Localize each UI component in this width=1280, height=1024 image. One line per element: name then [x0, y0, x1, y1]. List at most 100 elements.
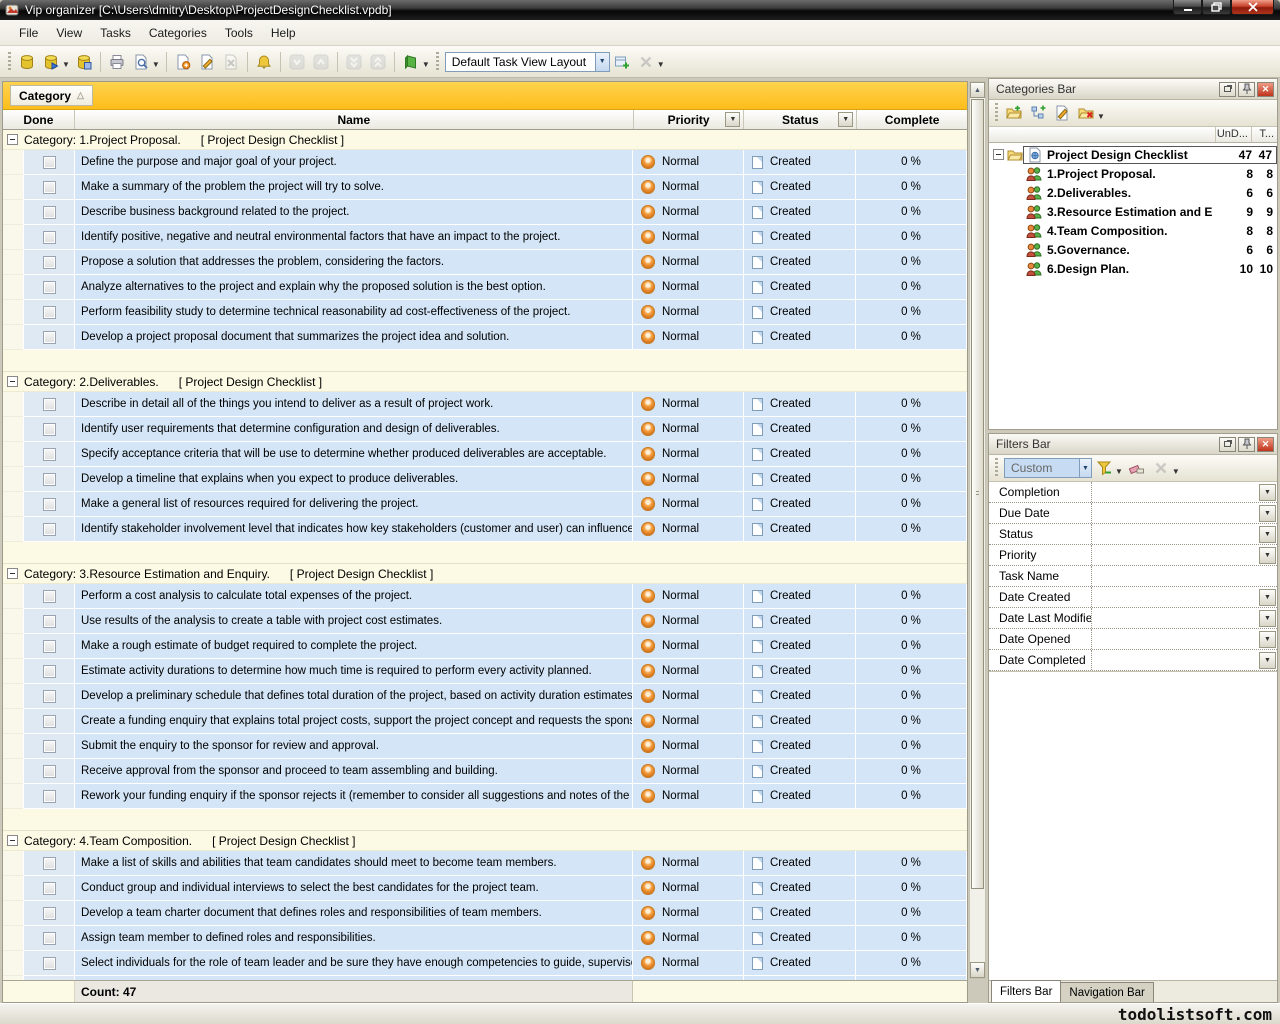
name-cell[interactable]: Make a list of skills and abilities that… — [75, 851, 633, 876]
name-cell[interactable]: Make a summary of the problem the projec… — [75, 175, 633, 200]
complete-cell[interactable]: 0 % — [856, 175, 966, 200]
tree-category-row[interactable]: 6.Design Plan.1010 — [989, 259, 1277, 278]
complete-cell[interactable]: 0 % — [856, 926, 966, 951]
complete-cell[interactable]: 0 % — [856, 584, 966, 609]
complete-cell[interactable]: 0 % — [856, 300, 966, 325]
delete-category-icon[interactable] — [1075, 102, 1097, 124]
done-cell[interactable] — [23, 734, 75, 759]
group-header-row[interactable]: Category: 2.Deliverables.[ Project Desig… — [3, 372, 967, 392]
task-row[interactable]: Make a summary of the problem the projec… — [3, 175, 967, 200]
task-row[interactable]: Identify user requirements that determin… — [3, 417, 967, 442]
task-row[interactable]: Develop a timeline that explains when yo… — [3, 467, 967, 492]
priority-cell[interactable]: Normal — [633, 634, 744, 659]
total-column-header[interactable]: T... — [1251, 127, 1277, 142]
menu-tasks[interactable]: Tasks — [91, 22, 140, 44]
complete-cell[interactable]: 0 % — [856, 951, 966, 976]
priority-cell[interactable]: Normal — [633, 175, 744, 200]
done-cell[interactable] — [23, 609, 75, 634]
task-row[interactable]: Identify stakeholder involvement level t… — [3, 517, 967, 542]
status-cell[interactable]: Created — [744, 784, 856, 809]
complete-cell[interactable]: 0 % — [856, 876, 966, 901]
task-checkbox[interactable] — [43, 423, 56, 436]
priority-cell[interactable]: Normal — [633, 200, 744, 225]
task-row[interactable]: Create a funding enquiry that explains t… — [3, 709, 967, 734]
task-row[interactable]: Describe in detail all of the things you… — [3, 392, 967, 417]
tab-filters-bar[interactable]: Filters Bar — [991, 980, 1061, 1002]
status-cell[interactable]: Created — [744, 926, 856, 951]
done-cell[interactable] — [23, 492, 75, 517]
task-checkbox[interactable] — [43, 857, 56, 870]
apply-filter-icon[interactable] — [1093, 457, 1115, 479]
done-cell[interactable] — [23, 851, 75, 876]
complete-cell[interactable]: 0 % — [856, 200, 966, 225]
priority-cell[interactable]: Normal — [633, 951, 744, 976]
task-checkbox[interactable] — [43, 590, 56, 603]
task-checkbox[interactable] — [43, 882, 56, 895]
close-button[interactable] — [1231, 0, 1274, 15]
collapse-group-icon[interactable] — [7, 134, 18, 145]
done-cell[interactable] — [23, 225, 75, 250]
name-cell[interactable]: Use results of the analysis to create a … — [75, 609, 633, 634]
collapse-group-icon[interactable] — [7, 376, 18, 387]
task-checkbox[interactable] — [43, 473, 56, 486]
menu-file[interactable]: File — [10, 22, 47, 44]
complete-cell[interactable]: 0 % — [856, 492, 966, 517]
filter-value-field[interactable] — [1091, 608, 1259, 628]
complete-cell[interactable]: 0 % — [856, 709, 966, 734]
complete-cell[interactable]: 0 % — [856, 442, 966, 467]
filter-row-date-last-modifie[interactable]: Date Last Modifie▼ — [989, 608, 1277, 629]
complete-cell[interactable]: 0 % — [856, 634, 966, 659]
edit-category-icon[interactable] — [1051, 102, 1073, 124]
status-cell[interactable]: Created — [744, 175, 856, 200]
filter-row-date-opened[interactable]: Date Opened▼ — [989, 629, 1277, 650]
column-header-done[interactable]: Done — [3, 110, 75, 129]
task-checkbox[interactable] — [43, 156, 56, 169]
complete-cell[interactable]: 0 % — [856, 392, 966, 417]
print-preview-menu-caret[interactable]: ▼ — [152, 60, 160, 69]
name-cell[interactable]: Propose a solution that addresses the pr… — [75, 250, 633, 275]
priority-cell[interactable]: Normal — [633, 250, 744, 275]
task-row[interactable]: Conduct group and individual interviews … — [3, 876, 967, 901]
priority-cell[interactable]: Normal — [633, 709, 744, 734]
status-cell[interactable]: Created — [744, 417, 856, 442]
task-checkbox[interactable] — [43, 306, 56, 319]
done-cell[interactable] — [23, 467, 75, 492]
task-checkbox[interactable] — [43, 790, 56, 803]
notes-icon[interactable] — [400, 51, 422, 73]
tree-category-row[interactable]: 5.Governance.66 — [989, 240, 1277, 259]
status-cell[interactable]: Created — [744, 609, 856, 634]
task-row[interactable]: Describe business background related to … — [3, 200, 967, 225]
task-row[interactable]: Rework your funding enquiry if the spons… — [3, 784, 967, 809]
done-cell[interactable] — [23, 517, 75, 542]
task-row[interactable]: Submit the enquiry to the sponsor for re… — [3, 734, 967, 759]
open-database-menu-caret[interactable]: ▼ — [62, 60, 70, 69]
scrollbar-thumb[interactable] — [971, 99, 984, 889]
status-cell[interactable]: Created — [744, 634, 856, 659]
categories-toolbar-grip[interactable] — [995, 103, 998, 123]
name-cell[interactable]: Develop a team charter document that def… — [75, 901, 633, 926]
task-row[interactable]: Develop a project proposal document that… — [3, 325, 967, 350]
priority-cell[interactable]: Normal — [633, 851, 744, 876]
menu-categories[interactable]: Categories — [140, 22, 216, 44]
scroll-down-arrow[interactable]: ▼ — [970, 962, 985, 978]
add-category-icon[interactable] — [1003, 102, 1025, 124]
complete-cell[interactable]: 0 % — [856, 659, 966, 684]
move-down-icon[interactable] — [286, 51, 308, 73]
filters-pin-icon[interactable] — [1238, 437, 1255, 452]
column-header-name[interactable]: Name — [75, 110, 634, 129]
chevron-down-icon[interactable]: ▼ — [595, 53, 609, 71]
name-cell[interactable]: Perform feasibility study to determine t… — [75, 300, 633, 325]
priority-cell[interactable]: Normal — [633, 300, 744, 325]
delete-filter-icon[interactable] — [1150, 457, 1172, 479]
tree-root-row[interactable]: Project Design Checklist4747 — [989, 145, 1277, 164]
filters-toolbar-menu-caret[interactable]: ▼ — [1172, 467, 1180, 476]
task-checkbox[interactable] — [43, 690, 56, 703]
chevron-down-icon[interactable]: ▼ — [1079, 459, 1091, 477]
scroll-up-arrow[interactable]: ▲ — [970, 82, 985, 98]
done-cell[interactable] — [23, 325, 75, 350]
delete-task-icon[interactable] — [220, 51, 242, 73]
status-cell[interactable]: Created — [744, 325, 856, 350]
minimize-button[interactable] — [1173, 0, 1202, 15]
filter-row-status[interactable]: Status▼ — [989, 524, 1277, 545]
filter-row-task-name[interactable]: Task Name — [989, 566, 1277, 587]
